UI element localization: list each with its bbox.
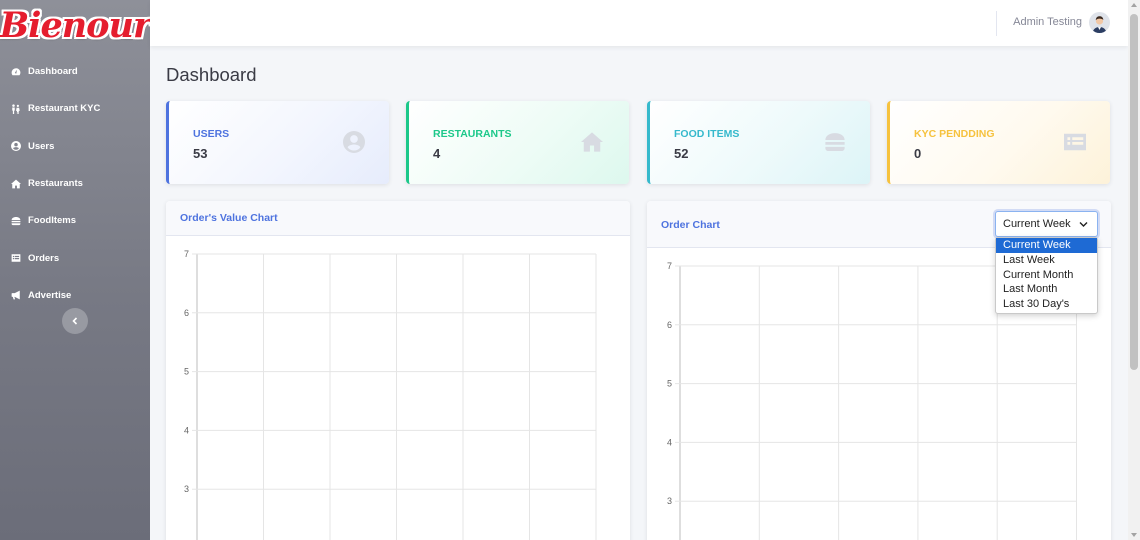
sidebar-nav: Dashboard Restaurant KYC Users Restauran… bbox=[0, 53, 150, 314]
stat-label: USERS bbox=[193, 128, 230, 140]
period-select-value: Current Week bbox=[1003, 218, 1071, 230]
sidebar-item-restaurant-kyc[interactable]: Restaurant KYC bbox=[0, 90, 150, 127]
chart-title: Order Chart bbox=[661, 219, 720, 231]
period-option[interactable]: Last Month bbox=[996, 282, 1097, 297]
order-value-chart: 7 6 5 4 3 bbox=[184, 249, 597, 540]
sidebar-item-label: FoodItems bbox=[28, 215, 77, 227]
tachometer-icon bbox=[11, 67, 21, 75]
brand-logo[interactable]: Bienour bbox=[0, 0, 151, 50]
period-option[interactable]: Current Week bbox=[996, 238, 1097, 253]
stat-value: 4 bbox=[433, 146, 441, 161]
period-select[interactable]: Current Week bbox=[995, 211, 1098, 237]
stat-label: FOOD ITEMS bbox=[674, 128, 740, 140]
home-icon bbox=[581, 132, 603, 152]
brand-name: Bienour bbox=[0, 4, 151, 46]
page-scrollbar[interactable] bbox=[1128, 0, 1140, 540]
y-tick-label: 7 bbox=[184, 249, 189, 259]
stat-label: KYC PENDDING bbox=[914, 128, 995, 140]
sidebar-item-users[interactable]: Users bbox=[0, 128, 150, 165]
sidebar-item-label: Advertise bbox=[28, 289, 72, 301]
period-option[interactable]: Current Month bbox=[996, 268, 1097, 283]
order-value-chart-card: Order's Value Chart 7 6 5 4 3 bbox=[166, 201, 630, 540]
user-name[interactable]: Admin Testing bbox=[1013, 16, 1082, 28]
topbar: Admin Testing bbox=[150, 0, 1128, 46]
chart-title: Order's Value Chart bbox=[180, 212, 278, 224]
stat-card-food-items[interactable]: FOOD ITEMS 52 bbox=[647, 101, 870, 184]
home-icon bbox=[11, 179, 21, 188]
sidebar: Bienour Dashboard Restaurant KYC Users R… bbox=[0, 0, 151, 540]
sidebar-toggle-button[interactable] bbox=[62, 308, 88, 334]
chart-header: Order's Value Chart bbox=[166, 201, 630, 236]
y-tick-label: 6 bbox=[184, 308, 189, 318]
y-tick-label: 5 bbox=[184, 367, 189, 377]
stat-card-restaurants[interactable]: RESTAURANTS 4 bbox=[406, 101, 629, 184]
topbar-divider bbox=[996, 11, 997, 36]
stat-value: 52 bbox=[674, 146, 689, 161]
period-dropdown: Current Week Last Week Current Month Las… bbox=[995, 237, 1098, 314]
y-tick-label: 4 bbox=[667, 437, 672, 447]
sidebar-item-label: Dashboard bbox=[28, 66, 78, 78]
scrollbar-thumb[interactable] bbox=[1130, 14, 1138, 370]
user-circle-icon bbox=[343, 131, 365, 153]
sidebar-item-label: Orders bbox=[28, 252, 60, 264]
period-option[interactable]: Last 30 Day's bbox=[996, 297, 1097, 312]
burger-icon bbox=[11, 216, 21, 225]
chevron-left-icon bbox=[72, 317, 78, 325]
list-alt-icon bbox=[1064, 133, 1086, 151]
page-title: Dashboard bbox=[166, 64, 257, 85]
chevron-down-icon bbox=[1079, 222, 1088, 227]
sidebar-item-label: Restaurants bbox=[28, 178, 83, 190]
y-tick-label: 3 bbox=[184, 484, 189, 494]
stat-label: RESTAURANTS bbox=[433, 128, 512, 140]
sidebar-item-label: Users bbox=[28, 140, 55, 152]
y-tick-label: 3 bbox=[667, 496, 672, 506]
stat-card-users[interactable]: USERS 53 bbox=[166, 101, 389, 184]
family-icon bbox=[12, 104, 20, 114]
scroll-down-icon[interactable] bbox=[1131, 533, 1137, 537]
sidebar-item-orders[interactable]: Orders bbox=[0, 239, 150, 276]
sidebar-item-label: Restaurant KYC bbox=[28, 103, 101, 115]
burger-icon bbox=[825, 133, 845, 151]
stat-value: 53 bbox=[193, 146, 208, 161]
y-tick-label: 6 bbox=[667, 320, 672, 330]
user-avatar-icon[interactable] bbox=[1089, 12, 1110, 33]
period-option[interactable]: Last Week bbox=[996, 253, 1097, 268]
y-tick-label: 7 bbox=[667, 261, 672, 271]
avatar-image bbox=[1089, 12, 1110, 33]
scroll-up-icon[interactable] bbox=[1131, 3, 1137, 7]
sidebar-item-restaurants[interactable]: Restaurants bbox=[0, 165, 150, 202]
stat-value: 0 bbox=[914, 146, 922, 161]
list-icon bbox=[11, 254, 21, 262]
y-tick-label: 4 bbox=[184, 425, 189, 435]
y-tick-label: 5 bbox=[667, 379, 672, 389]
bullhorn-icon bbox=[11, 291, 20, 300]
sidebar-item-fooditems[interactable]: FoodItems bbox=[0, 202, 150, 239]
sidebar-item-dashboard[interactable]: Dashboard bbox=[0, 53, 150, 90]
user-circle-icon bbox=[11, 141, 21, 152]
stat-card-kyc-pending[interactable]: KYC PENDDING 0 bbox=[887, 101, 1110, 184]
